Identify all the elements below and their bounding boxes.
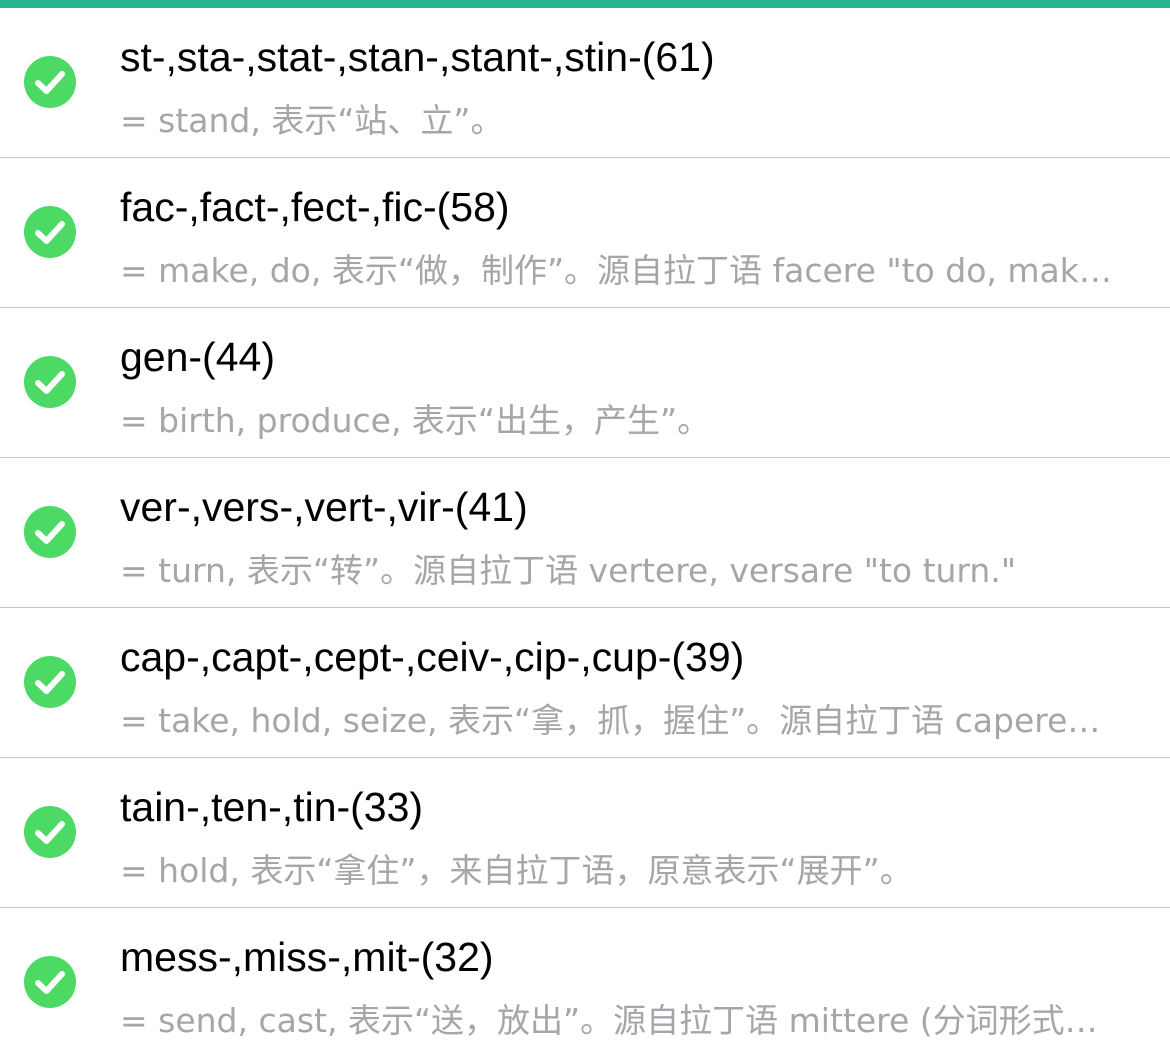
check-circle-icon <box>24 656 76 708</box>
list-item[interactable]: cap-,capt-,cept-,ceiv-,cip-,cup-(39) = t… <box>0 608 1170 758</box>
list-item[interactable]: ver-,vers-,vert-,vir-(41) = turn, 表示“转”。… <box>0 458 1170 608</box>
item-title: st-,sta-,stat-,stan-,stant-,stin-(61) <box>120 34 715 80</box>
item-subtitle: = birth, produce, 表示“出生，产生”。 <box>120 401 711 440</box>
list-item[interactable]: tain-,ten-,tin-(33) = hold, 表示“拿住”，来自拉丁语… <box>0 758 1170 908</box>
item-title: gen-(44) <box>120 334 275 380</box>
check-circle-icon <box>24 206 76 258</box>
check-circle-icon <box>24 956 76 1008</box>
check-circle-icon <box>24 56 76 108</box>
item-title: ver-,vers-,vert-,vir-(41) <box>120 484 528 530</box>
item-subtitle: = stand, 表示“站、立”。 <box>120 101 504 140</box>
item-subtitle: = turn, 表示“转”。源自拉丁语 vertere, versare "to… <box>120 551 1016 590</box>
list-item[interactable]: gen-(44) = birth, produce, 表示“出生，产生”。 <box>0 308 1170 458</box>
item-subtitle: = make, do, 表示“做，制作”。源自拉丁语 facere "to do… <box>120 251 1112 290</box>
item-subtitle: = send, cast, 表示“送，放出”。源自拉丁语 mittere (分词… <box>120 1001 1098 1040</box>
check-circle-icon <box>24 356 76 408</box>
list-item[interactable]: st-,sta-,stat-,stan-,stant-,stin-(61) = … <box>0 8 1170 158</box>
list-item[interactable]: mess-,miss-,mit-(32) = send, cast, 表示“送，… <box>0 908 1170 1057</box>
item-title: fac-,fact-,fect-,fic-(58) <box>120 184 510 230</box>
root-list: st-,sta-,stat-,stan-,stant-,stin-(61) = … <box>0 8 1170 1057</box>
check-circle-icon <box>24 506 76 558</box>
item-title: mess-,miss-,mit-(32) <box>120 934 494 980</box>
item-title: cap-,capt-,cept-,ceiv-,cip-,cup-(39) <box>120 634 745 680</box>
item-subtitle: = take, hold, seize, 表示“拿，抓，握住”。源自拉丁语 ca… <box>120 701 1101 740</box>
list-item[interactable]: fac-,fact-,fect-,fic-(58) = make, do, 表示… <box>0 158 1170 308</box>
item-subtitle: = hold, 表示“拿住”，来自拉丁语，原意表示“展开”。 <box>120 851 913 890</box>
top-accent-bar <box>0 0 1170 8</box>
check-circle-icon <box>24 806 76 858</box>
item-title: tain-,ten-,tin-(33) <box>120 784 424 830</box>
